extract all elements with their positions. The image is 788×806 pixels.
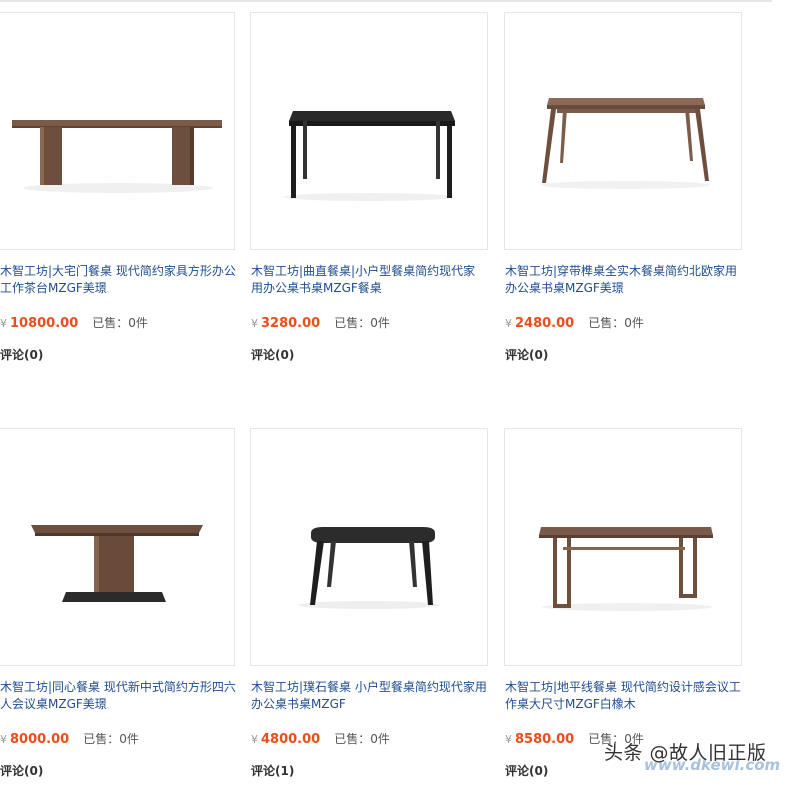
price: 2480.00 [515,316,575,331]
product-title-link[interactable]: 木智工坊|穿带榫桌全实木餐桌简约北欧家用办公桌书桌MZGF美璟 [505,263,741,297]
product-title-link[interactable]: 木智工坊|同心餐桌 现代新中式简约方形四六人会议桌MZGF美璟 [0,679,236,713]
product-title-link[interactable]: 木智工坊|大宅门餐桌 现代简约家具方形办公工作茶台MZGF美璟 [0,263,236,297]
product-image-link[interactable] [0,428,235,666]
product-card: 木智工坊|地平线餐桌 现代简约设计感会议工作桌大尺寸MZGF白橡木 ¥8580.… [504,416,758,806]
product-image-link[interactable] [0,12,235,250]
product-image-walnut-splayed-leg-table [540,98,710,189]
sold-count: 0件 [370,732,390,746]
product-title-link[interactable]: 木智工坊|地平线餐桌 现代简约设计感会议工作桌大尺寸MZGF白橡木 [505,679,741,713]
currency-symbol: ¥ [0,733,7,746]
product-image-link[interactable] [504,12,742,250]
currency-symbol: ¥ [505,733,512,746]
sold-count: 0件 [370,316,390,330]
sold-count: 0件 [119,732,139,746]
product-card: 木智工坊|璞石餐桌 小户型餐桌简约现代家用办公桌书桌MZGF ¥4800.00 已… [250,416,504,806]
product-image-walnut-long-table [12,120,222,193]
price: 3280.00 [261,316,321,331]
price: 8000.00 [10,732,70,747]
product-image-link[interactable] [504,428,742,666]
product-image-black-table [284,111,455,201]
comments-count[interactable]: 评论(0) [251,346,294,363]
price: 4800.00 [261,732,321,747]
sold-count: 0件 [624,732,644,746]
price-row: ¥10800.00 已售：0件 [0,312,148,331]
currency-symbol: ¥ [251,733,258,746]
currency-symbol: ¥ [251,317,258,330]
product-title-link[interactable]: 木智工坊|璞石餐桌 小户型餐桌简约现代家用办公桌书桌MZGF [251,679,487,713]
comments-count[interactable]: 评论(0) [505,346,548,363]
product-card: 木智工坊|曲直餐桌|小户型餐桌简约现代家用办公桌书桌MZGF餐桌 ¥3280.0… [250,0,504,390]
price-row: ¥2480.00 已售：0件 [505,312,644,331]
sold-label: 已售： [588,732,625,746]
sold-label: 已售： [83,732,120,746]
product-image-link[interactable] [250,428,488,666]
price: 8580.00 [515,732,575,747]
product-image-pedestal-table [31,525,203,602]
sold-count: 0件 [128,316,148,330]
comments-count[interactable]: 评论(0) [505,762,548,779]
product-image-link[interactable] [250,12,488,250]
product-image-walnut-frame-table [539,527,713,611]
sold-label: 已售： [334,732,371,746]
sold-label: 已售： [334,316,371,330]
sold-label: 已售： [588,316,625,330]
comments-count[interactable]: 评论(0) [0,762,43,779]
sold-label: 已售： [92,316,129,330]
price-row: ¥8000.00 已售：0件 [0,728,139,747]
product-card: 木智工坊|穿带榫桌全实木餐桌简约北欧家用办公桌书桌MZGF美璟 ¥2480.00… [504,0,758,390]
product-image-black-oval-table [299,527,439,609]
price: 10800.00 [10,316,79,331]
sold-count: 0件 [624,316,644,330]
currency-symbol: ¥ [0,317,7,330]
price-row: ¥8580.00 已售：0件 [505,728,644,747]
product-title-link[interactable]: 木智工坊|曲直餐桌|小户型餐桌简约现代家用办公桌书桌MZGF餐桌 [251,263,487,297]
comments-count[interactable]: 评论(0) [0,346,43,363]
product-card: 木智工坊|同心餐桌 现代新中式简约方形四六人会议桌MZGF美璟 ¥8000.00… [0,416,253,806]
price-row: ¥4800.00 已售：0件 [251,728,390,747]
price-row: ¥3280.00 已售：0件 [251,312,390,331]
currency-symbol: ¥ [505,317,512,330]
product-card: 木智工坊|大宅门餐桌 现代简约家具方形办公工作茶台MZGF美璟 ¥10800.0… [0,0,253,390]
comments-count[interactable]: 评论(1) [251,762,294,779]
